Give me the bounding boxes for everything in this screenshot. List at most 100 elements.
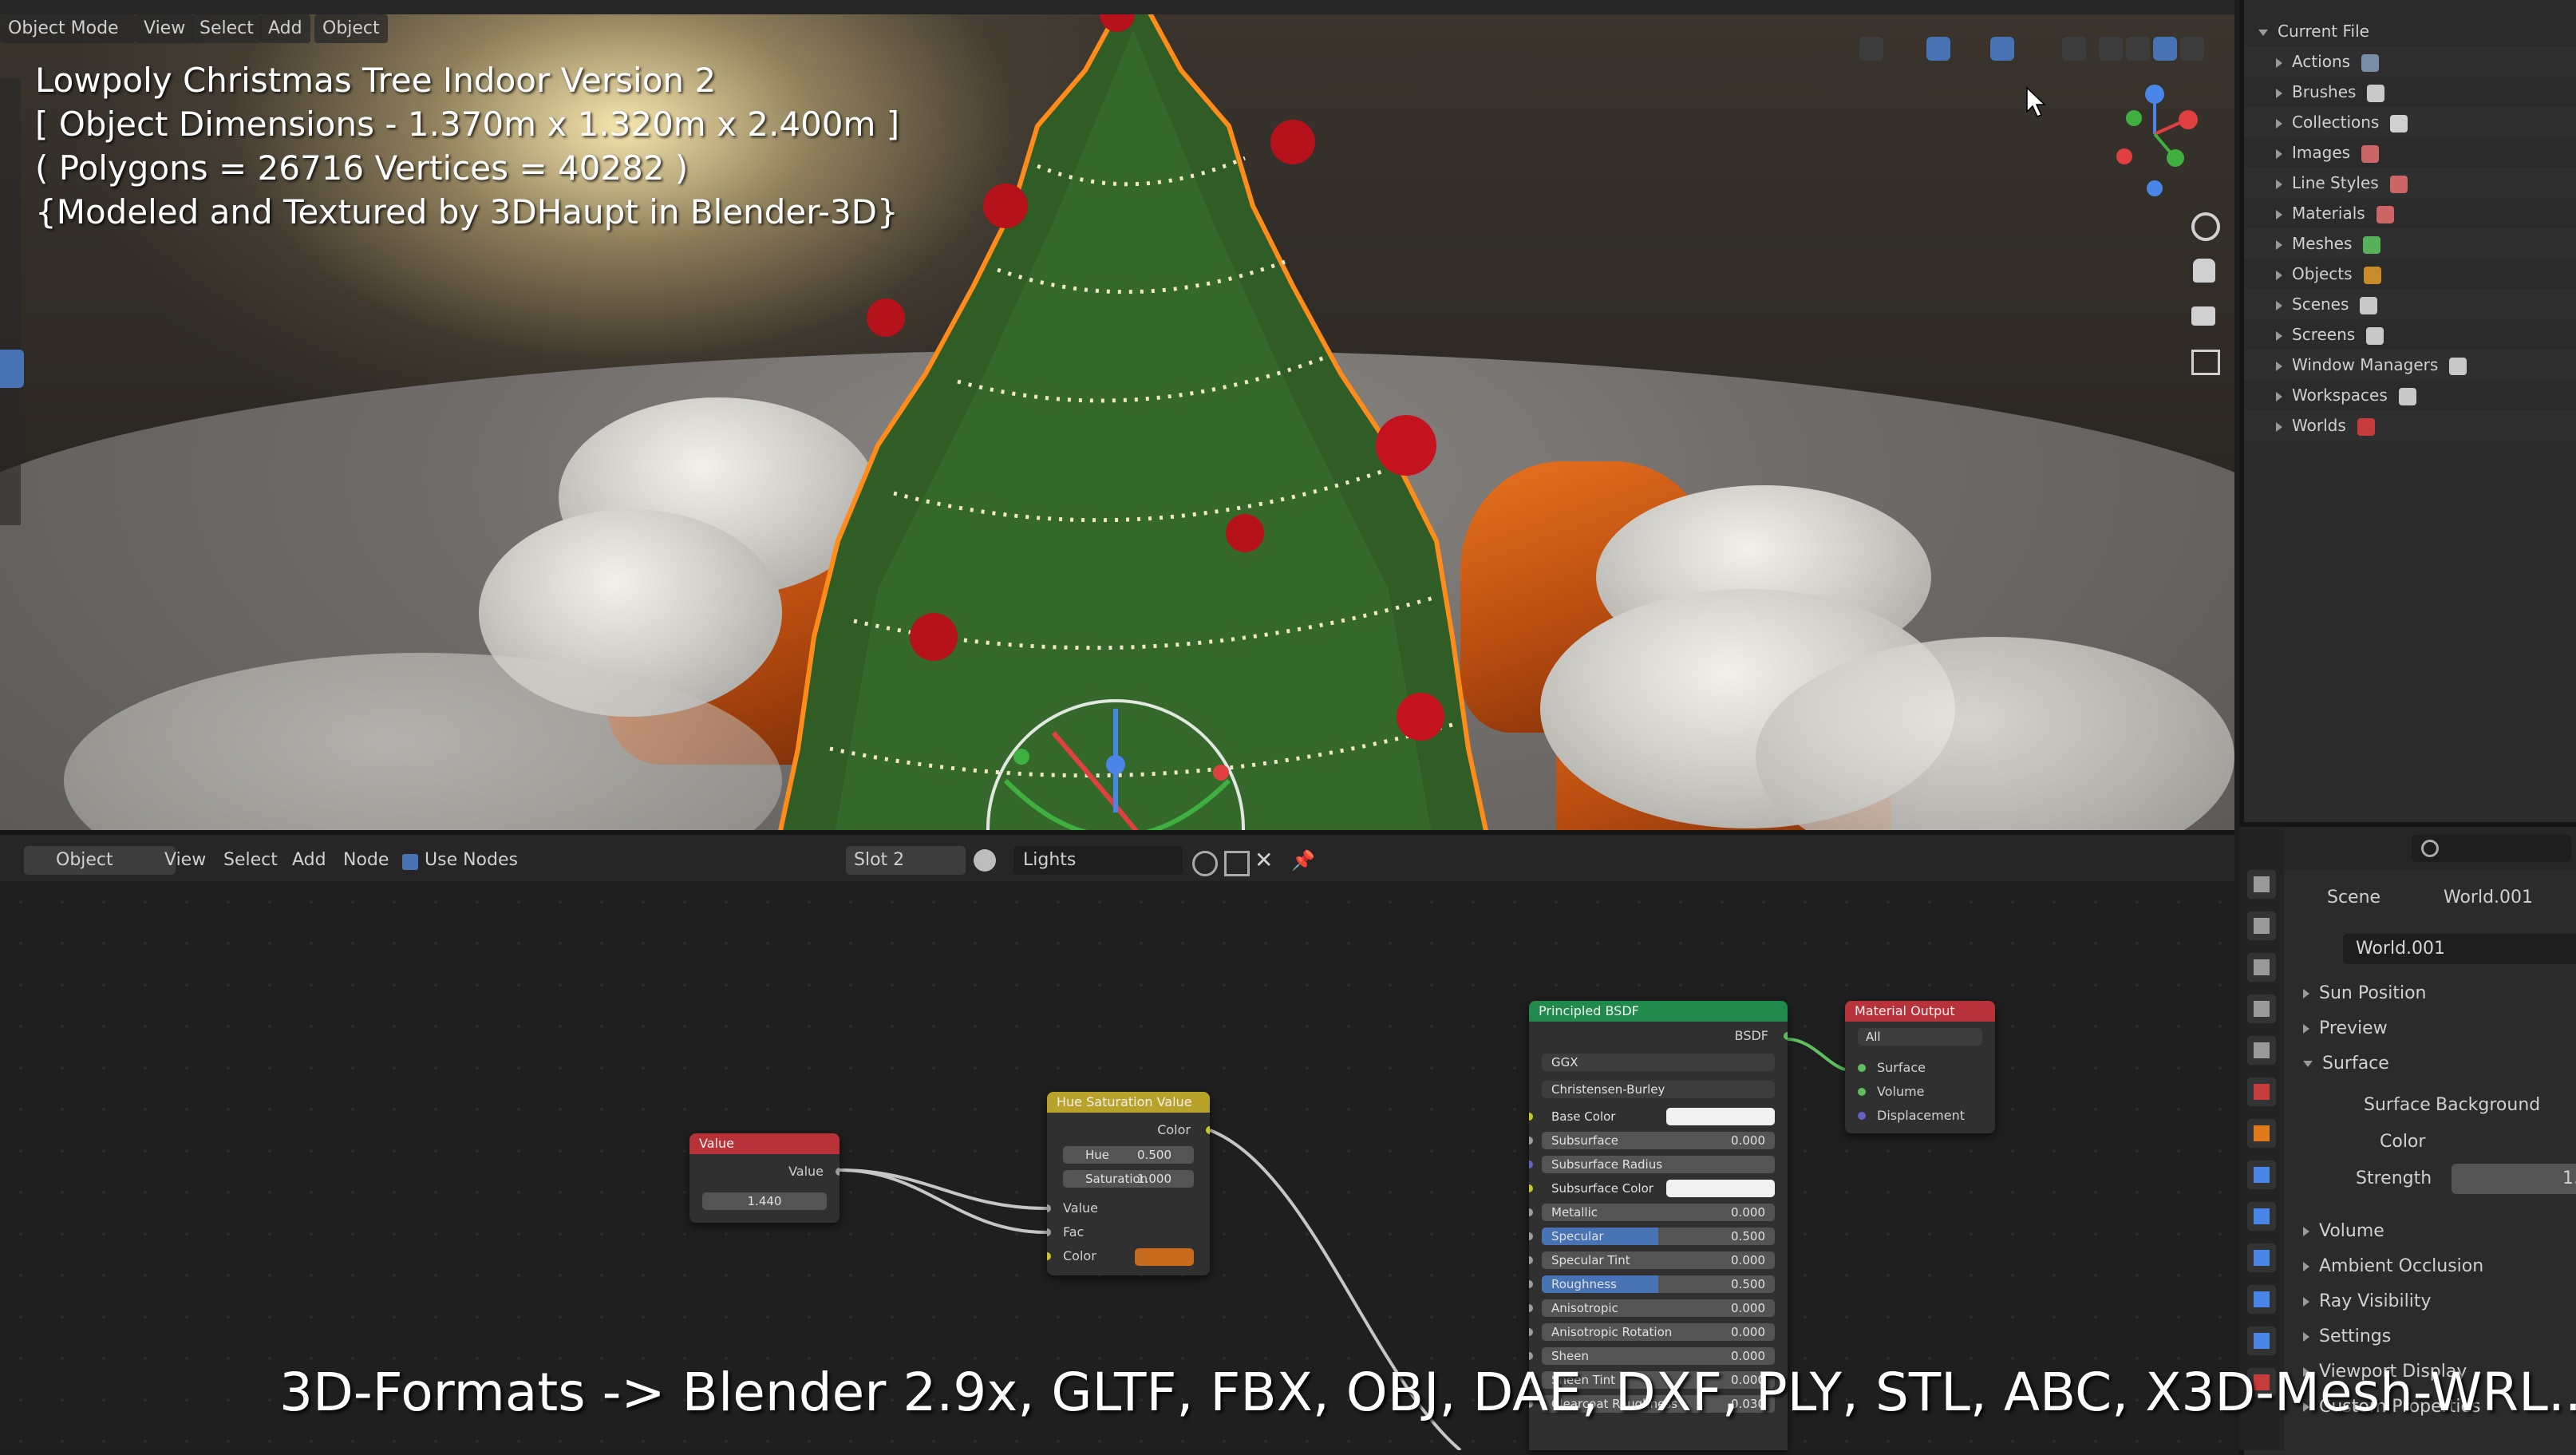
bsdf-input-row[interactable]: Anisotropic Rotation 0.000 <box>1542 1323 1775 1341</box>
hsv-output-socket[interactable] <box>1206 1126 1210 1134</box>
outliner-item[interactable]: Worlds <box>2244 410 2576 441</box>
color-swatch[interactable] <box>1666 1180 1775 1197</box>
material-sphere-icon[interactable] <box>974 849 996 872</box>
gizmo-icon[interactable] <box>1926 37 1950 61</box>
world-datablock-field[interactable]: World.001 <box>2343 934 2576 964</box>
displacement-socket[interactable] <box>1858 1112 1866 1120</box>
properties-tab-icon[interactable] <box>2247 911 2276 940</box>
ortho-grid-icon[interactable] <box>2191 350 2220 375</box>
distribution-dropdown[interactable]: GGX <box>1542 1054 1775 1071</box>
menu-select[interactable]: Select <box>192 14 262 43</box>
bsdf-input-socket[interactable] <box>1529 1280 1533 1288</box>
outliner-item[interactable]: Meshes <box>2244 228 2576 259</box>
expand-arrow-icon[interactable] <box>2276 361 2282 371</box>
expand-arrow-icon[interactable] <box>2258 29 2268 36</box>
properties-tab-icon[interactable] <box>2247 1327 2276 1355</box>
properties-subpanel-header[interactable]: Settings <box>2292 1322 2576 1352</box>
use-nodes-checkbox[interactable] <box>402 854 418 870</box>
panel-expand-icon[interactable] <box>2303 1227 2309 1236</box>
menu-object[interactable]: Object <box>314 14 388 43</box>
solid-shading-icon[interactable] <box>2126 37 2150 61</box>
panel-expand-icon[interactable] <box>2303 1024 2309 1034</box>
properties-tab-icon[interactable] <box>2247 1243 2276 1272</box>
bsdf-input-socket[interactable] <box>1529 1208 1533 1216</box>
expand-arrow-icon[interactable] <box>2276 88 2282 98</box>
pin-icon[interactable]: 📌 <box>1291 846 1315 875</box>
bsdf-input-row[interactable]: Specular 0.500 <box>1542 1228 1775 1245</box>
surface-socket[interactable] <box>1858 1064 1866 1072</box>
bsdf-input-row[interactable]: Subsurface Radius <box>1542 1156 1775 1173</box>
color-swatch[interactable] <box>1666 1108 1775 1125</box>
color-row[interactable]: Color <box>2292 1127 2576 1157</box>
duplicate-icon[interactable] <box>1224 851 1250 876</box>
outliner-item[interactable]: Objects <box>2244 259 2576 289</box>
bsdf-input-socket[interactable] <box>1529 1256 1533 1264</box>
expand-arrow-icon[interactable] <box>2276 391 2282 401</box>
mode-dropdown[interactable]: Object Mode <box>0 14 136 43</box>
expand-arrow-icon[interactable] <box>2276 330 2282 341</box>
properties-tab-icon[interactable] <box>2247 1036 2276 1065</box>
scene-breadcrumb[interactable]: Scene World.001 <box>2292 883 2576 913</box>
expand-arrow-icon[interactable] <box>2276 421 2282 432</box>
node-object-dropdown[interactable]: Object <box>24 846 176 875</box>
surface-shader-row[interactable]: Surface Background <box>2292 1090 2576 1121</box>
properties-tab-icon[interactable] <box>2247 1285 2276 1314</box>
outliner-item[interactable]: Workspaces <box>2244 380 2576 410</box>
bsdf-input-row[interactable]: Anisotropic 0.000 <box>1542 1299 1775 1317</box>
properties-tab-icon[interactable] <box>2247 1077 2276 1106</box>
properties-tab-icon[interactable] <box>2247 1202 2276 1231</box>
material-name-field[interactable]: Lights <box>1013 846 1183 875</box>
outliner-root[interactable]: Current File <box>2244 16 2576 46</box>
pan-hand-icon[interactable] <box>2193 259 2215 283</box>
expand-arrow-icon[interactable] <box>2276 57 2282 68</box>
menu-add[interactable]: Add <box>260 14 310 43</box>
properties-tab-icon[interactable] <box>2247 1160 2276 1189</box>
properties-panel-header[interactable]: Sun Position <box>2292 979 2576 1009</box>
outliner-item[interactable]: Images <box>2244 137 2576 168</box>
node-menu-node[interactable]: Node <box>343 846 389 875</box>
bsdf-input-socket[interactable] <box>1529 1184 1533 1192</box>
wireframe-shading-icon[interactable] <box>2099 37 2123 61</box>
properties-subpanel-header[interactable]: Volume <box>2292 1216 2576 1247</box>
expand-arrow-icon[interactable] <box>2276 148 2282 159</box>
properties-panel-header[interactable]: Preview <box>2292 1014 2576 1044</box>
properties-tab-icon[interactable] <box>2247 994 2276 1023</box>
3d-viewport[interactable]: Lowpoly Christmas Tree Indoor Version 2 … <box>0 14 2234 830</box>
outliner-item[interactable]: Collections <box>2244 107 2576 137</box>
zoom-icon[interactable] <box>2191 212 2220 241</box>
bsdf-input-socket[interactable] <box>1529 1304 1533 1312</box>
bsdf-input-row[interactable]: Subsurface Color <box>1542 1180 1775 1197</box>
hsv-saturation-field[interactable]: Saturation 1.000 <box>1063 1170 1194 1188</box>
properties-panel-header[interactable]: Surface <box>2292 1049 2576 1079</box>
outliner-item[interactable]: Brushes <box>2244 77 2576 107</box>
properties-tab-icon[interactable] <box>2247 953 2276 982</box>
material-output-node[interactable]: Material Output All Surface Volume Displ… <box>1845 1001 1995 1133</box>
bsdf-input-row[interactable]: Subsurface 0.000 <box>1542 1132 1775 1149</box>
subsurface-method-dropdown[interactable]: Christensen-Burley <box>1542 1081 1775 1098</box>
unlink-icon[interactable]: ✕ <box>1254 846 1273 875</box>
expand-arrow-icon[interactable] <box>2276 239 2282 250</box>
outliner-item[interactable]: Window Managers <box>2244 350 2576 380</box>
properties-subpanel-header[interactable]: Ray Visibility <box>2292 1287 2576 1317</box>
panel-expand-icon[interactable] <box>2303 1262 2309 1271</box>
bsdf-input-row[interactable]: Specular Tint 0.000 <box>1542 1251 1775 1269</box>
rendered-shading-icon[interactable] <box>2180 37 2204 61</box>
bsdf-input-socket[interactable] <box>1529 1352 1533 1360</box>
value-output-socket[interactable] <box>836 1168 840 1176</box>
node-menu-select[interactable]: Select <box>223 846 278 875</box>
bsdf-input-row[interactable]: Base Color <box>1542 1108 1775 1125</box>
bsdf-input-socket[interactable] <box>1529 1113 1533 1121</box>
expand-arrow-icon[interactable] <box>2276 179 2282 189</box>
slot-dropdown[interactable]: Slot 2 <box>846 846 966 875</box>
panel-expand-icon[interactable] <box>2303 989 2309 998</box>
expand-arrow-icon[interactable] <box>2276 300 2282 310</box>
expand-arrow-icon[interactable] <box>2276 209 2282 219</box>
panel-expand-icon[interactable] <box>2303 1061 2313 1067</box>
outliner-item[interactable]: Scenes <box>2244 289 2576 319</box>
strength-row[interactable]: Strength 1. <box>2292 1164 2576 1194</box>
outliner-item[interactable]: Actions <box>2244 46 2576 77</box>
hsv-hue-field[interactable]: Hue 0.500 <box>1063 1146 1194 1164</box>
bsdf-input-row[interactable]: Roughness 0.500 <box>1542 1275 1775 1293</box>
camera-view-icon[interactable] <box>2191 306 2215 326</box>
fake-user-icon[interactable] <box>1192 851 1218 876</box>
